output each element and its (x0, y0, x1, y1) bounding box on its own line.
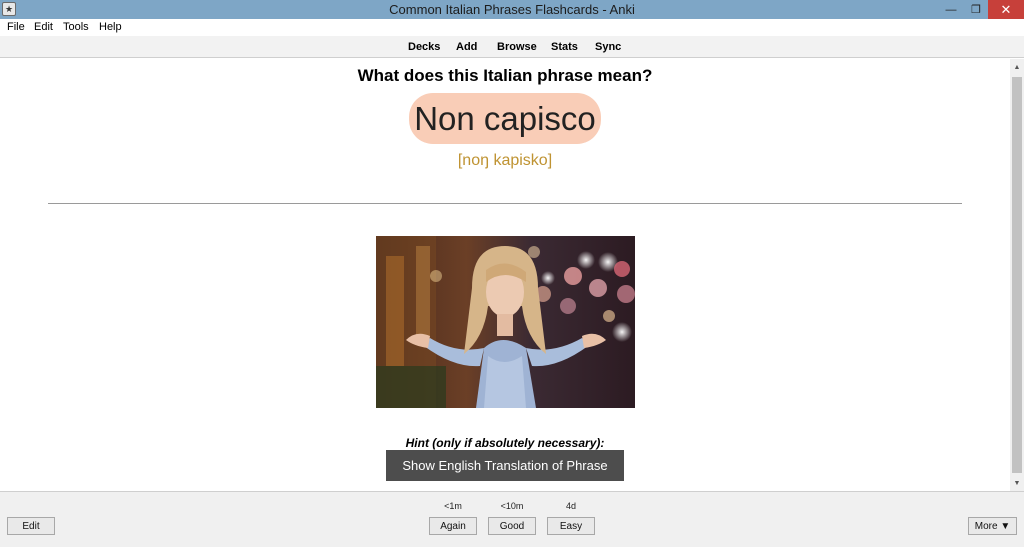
menu-tools[interactable]: Tools (63, 21, 89, 33)
hint-label: Hint (only if absolutely necessary): (405, 436, 605, 450)
more-button[interactable]: More ▼ (968, 517, 1017, 535)
card-photo (376, 236, 635, 408)
pronunciation: [noŋ kapisko] (457, 152, 553, 169)
again-interval: <1m (444, 501, 462, 511)
card-view: What does this Italian phrase mean? Non … (0, 59, 1010, 491)
main-toolbar: Decks Add Browse Stats Sync (0, 36, 1024, 58)
easy-interval: 4d (565, 501, 576, 511)
close-button[interactable]: ✕ (988, 0, 1024, 19)
toolbar-add[interactable]: Add (456, 41, 477, 53)
good-interval: <10m (500, 501, 524, 511)
confused-woman-image (376, 236, 635, 408)
menu-bar: File Edit Tools Help (0, 19, 1024, 36)
edit-button[interactable]: Edit (7, 517, 55, 535)
scroll-thumb[interactable] (1012, 77, 1022, 473)
italian-phrase: Non capisco (409, 93, 601, 144)
title-bar: ★ Common Italian Phrases Flashcards - An… (0, 0, 1024, 19)
maximize-button[interactable]: ❐ (964, 0, 988, 19)
good-button[interactable]: Good (488, 517, 536, 535)
window-title: Common Italian Phrases Flashcards - Anki (389, 2, 635, 17)
toolbar-stats[interactable]: Stats (551, 41, 578, 53)
again-button[interactable]: Again (429, 517, 477, 535)
show-translation-button[interactable]: Show English Translation of Phrase (386, 450, 624, 481)
menu-file[interactable]: File (7, 21, 25, 33)
review-bottom-bar: Edit <1m Again <10m Good 4d Easy More ▼ (0, 491, 1024, 547)
scroll-up-arrow-icon[interactable]: ▲ (1010, 59, 1024, 75)
card-question: What does this Italian phrase mean? (357, 66, 653, 85)
toolbar-decks[interactable]: Decks (408, 41, 440, 53)
vertical-scrollbar[interactable]: ▲ ▼ (1010, 59, 1024, 491)
toolbar-browse[interactable]: Browse (497, 41, 537, 53)
card-divider (48, 203, 962, 204)
minimize-button[interactable]: — (938, 0, 964, 19)
easy-button[interactable]: Easy (547, 517, 595, 535)
menu-help[interactable]: Help (99, 21, 122, 33)
toolbar-sync[interactable]: Sync (595, 41, 621, 53)
scroll-down-arrow-icon[interactable]: ▼ (1010, 475, 1024, 491)
menu-edit[interactable]: Edit (34, 21, 53, 33)
